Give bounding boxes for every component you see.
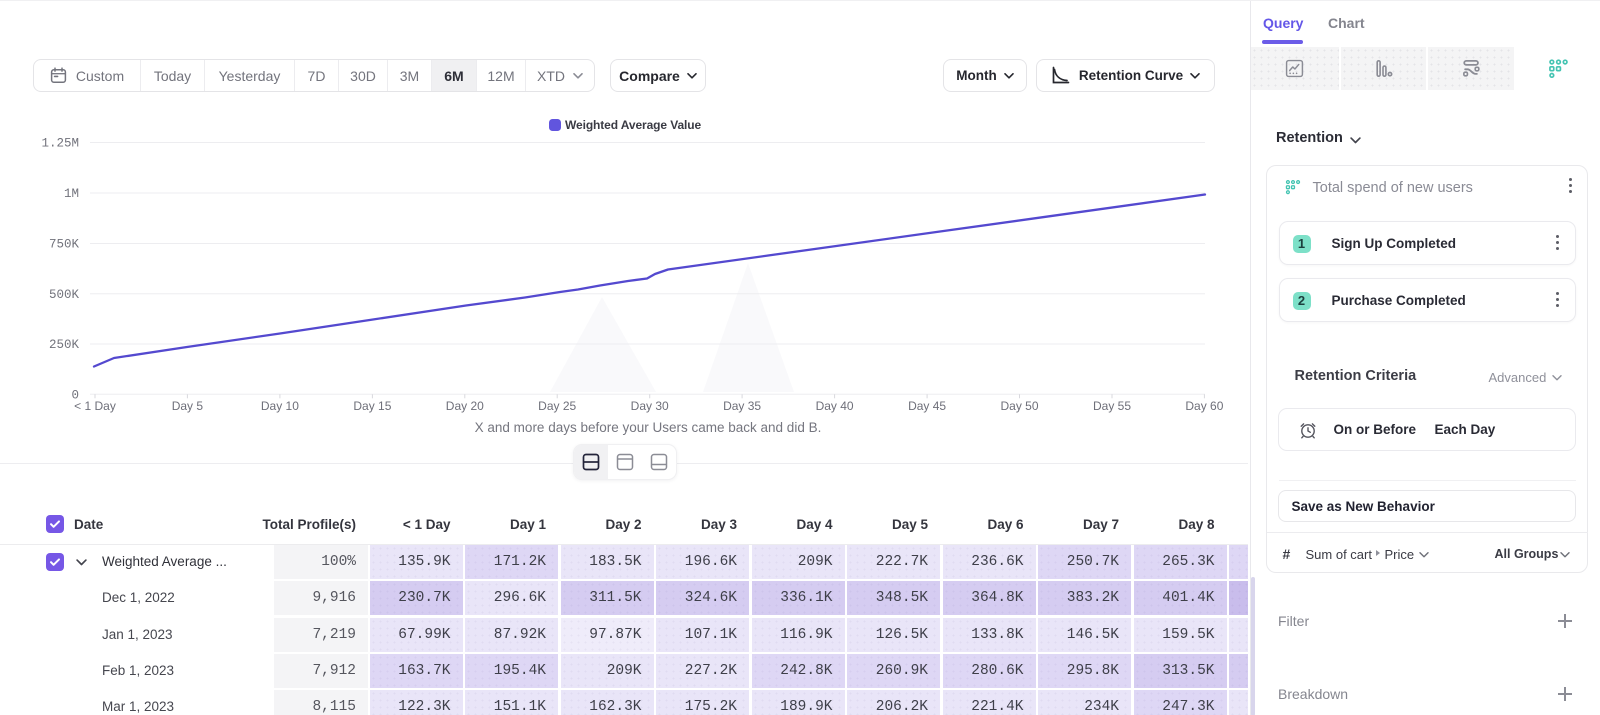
svg-text:Day 10: Day 10 xyxy=(261,399,299,413)
svg-text:Day 20: Day 20 xyxy=(446,399,484,413)
svg-text:1M: 1M xyxy=(64,187,79,201)
svg-text:Day 35: Day 35 xyxy=(723,399,761,413)
svg-text:Day 60: Day 60 xyxy=(1185,399,1223,413)
svg-text:Day 5: Day 5 xyxy=(172,399,204,413)
svg-text:Day 30: Day 30 xyxy=(631,399,669,413)
svg-text:Day 15: Day 15 xyxy=(353,399,391,413)
svg-text:Day 45: Day 45 xyxy=(908,399,946,413)
svg-text:Day 25: Day 25 xyxy=(538,399,576,413)
svg-text:1.25M: 1.25M xyxy=(41,137,79,151)
svg-text:500K: 500K xyxy=(49,288,80,302)
svg-text:250K: 250K xyxy=(49,338,80,352)
svg-text:750K: 750K xyxy=(49,238,80,252)
svg-text:< 1 Day: < 1 Day xyxy=(74,399,116,413)
svg-text:Day 50: Day 50 xyxy=(1000,399,1038,413)
svg-text:Day 55: Day 55 xyxy=(1093,399,1131,413)
svg-text:Day 40: Day 40 xyxy=(816,399,854,413)
